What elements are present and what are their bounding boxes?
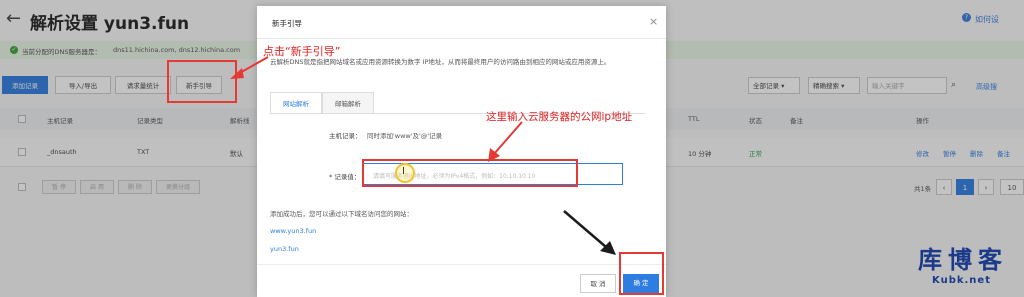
annotation-arrow-guide — [230, 56, 269, 79]
record-value-label: * 记录值： — [329, 173, 361, 181]
annotation-arrow-confirm — [563, 210, 616, 255]
close-icon[interactable]: × — [649, 15, 658, 28]
host-record-value: 同时添加'www'及'@'记录 — [367, 132, 443, 140]
watermark-url: Kubk.net — [932, 275, 991, 286]
cancel-button[interactable]: 取 消 — [580, 274, 616, 293]
dialog-title: 新手引导 — [272, 19, 302, 28]
dialog-description: 云解析DNS就是指把网站域名或应用资源转换为数字 IP地址，从而将最终用户的访问… — [270, 58, 611, 66]
annotation-box-ip — [362, 159, 578, 187]
watermark-logo: 库博客 — [918, 246, 1008, 274]
domain-link-root[interactable]: yun3.fun — [270, 245, 299, 253]
domain-link-www[interactable]: www.yun3.fun — [270, 227, 316, 235]
annotation-box-confirm — [619, 252, 664, 295]
success-hint: 添加成功后，您可以通过以下域名访问您的网站： — [270, 210, 413, 218]
tab-email-resolution[interactable]: 邮箱解析 — [322, 92, 374, 114]
annotation-click-guide: 点击“新手引导” — [263, 45, 341, 58]
tab-website-resolution[interactable]: 网站解析 — [270, 92, 322, 114]
host-record-label: 主机记录： — [329, 132, 362, 140]
annotation-arrow-ip — [488, 121, 523, 162]
dialog-footer-divider — [257, 264, 666, 265]
dialog-divider — [257, 38, 666, 39]
